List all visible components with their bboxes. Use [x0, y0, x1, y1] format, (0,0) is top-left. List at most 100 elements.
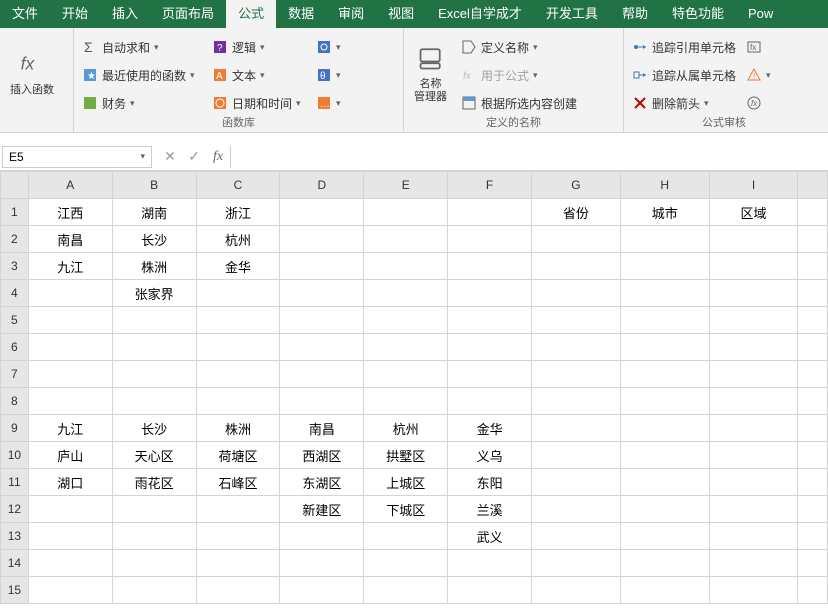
cell-B2[interactable]: 长沙 — [112, 226, 196, 253]
cell-A12[interactable] — [28, 496, 112, 523]
cell-E14[interactable] — [364, 550, 448, 577]
cancel-formula-button[interactable]: ✕ — [158, 146, 182, 168]
cell-B14[interactable] — [112, 550, 196, 577]
cell-D7[interactable] — [280, 361, 364, 388]
lookup-button[interactable]: ▾ — [314, 34, 348, 60]
cell-G4[interactable] — [532, 280, 621, 307]
logical-button[interactable]: ? 逻辑▾ — [208, 34, 310, 60]
cell-C1[interactable]: 浙江 — [196, 199, 280, 226]
menu-tab-help[interactable]: 帮助 — [610, 0, 660, 28]
menu-tab-features[interactable]: 特色功能 — [660, 0, 736, 28]
cell-A5[interactable] — [28, 307, 112, 334]
row-header-1[interactable]: 1 — [1, 199, 29, 226]
row-header-5[interactable]: 5 — [1, 307, 29, 334]
cell-D12[interactable]: 新建区 — [280, 496, 364, 523]
cell-D5[interactable] — [280, 307, 364, 334]
cell-G8[interactable] — [532, 388, 621, 415]
select-all-corner[interactable] — [1, 172, 29, 199]
row-header-12[interactable]: 12 — [1, 496, 29, 523]
cell-I4[interactable] — [709, 280, 798, 307]
cell-D14[interactable] — [280, 550, 364, 577]
row-header-3[interactable]: 3 — [1, 253, 29, 280]
cell-H2[interactable] — [620, 226, 709, 253]
cell-E1[interactable] — [364, 199, 448, 226]
cell-F2[interactable] — [448, 226, 532, 253]
cell-I6[interactable] — [709, 334, 798, 361]
menu-tab-home[interactable]: 开始 — [50, 0, 100, 28]
cell-G9[interactable] — [532, 415, 621, 442]
row-header-6[interactable]: 6 — [1, 334, 29, 361]
cell-I10[interactable] — [709, 442, 798, 469]
cell-D13[interactable] — [280, 523, 364, 550]
cell-A1[interactable]: 江西 — [28, 199, 112, 226]
menu-tab-insert[interactable]: 插入 — [100, 0, 150, 28]
col-header-B[interactable]: B — [112, 172, 196, 199]
cell-C6[interactable] — [196, 334, 280, 361]
row-header-10[interactable]: 10 — [1, 442, 29, 469]
cell-E12[interactable]: 下城区 — [364, 496, 448, 523]
cell-C14[interactable] — [196, 550, 280, 577]
menu-tab-pagelayout[interactable]: 页面布局 — [150, 0, 226, 28]
cell-C7[interactable] — [196, 361, 280, 388]
menu-tab-data[interactable]: 数据 — [276, 0, 326, 28]
cell-C11[interactable]: 石峰区 — [196, 469, 280, 496]
cell-D9[interactable]: 南昌 — [280, 415, 364, 442]
text-button[interactable]: A 文本▾ — [208, 62, 310, 88]
cell-J11[interactable] — [798, 469, 828, 496]
cell-H4[interactable] — [620, 280, 709, 307]
col-header-E[interactable]: E — [364, 172, 448, 199]
cell-G13[interactable] — [532, 523, 621, 550]
cell-B11[interactable]: 雨花区 — [112, 469, 196, 496]
cell-F4[interactable] — [448, 280, 532, 307]
cell-H8[interactable] — [620, 388, 709, 415]
insert-function-button[interactable]: fx 插入函数 — [4, 30, 60, 115]
cell-H6[interactable] — [620, 334, 709, 361]
col-header-C[interactable]: C — [196, 172, 280, 199]
col-header-H[interactable]: H — [620, 172, 709, 199]
cell-C4[interactable] — [196, 280, 280, 307]
cell-B3[interactable]: 株洲 — [112, 253, 196, 280]
formula-input[interactable] — [230, 146, 828, 168]
cell-J2[interactable] — [798, 226, 828, 253]
cell-B5[interactable] — [112, 307, 196, 334]
cell-I7[interactable] — [709, 361, 798, 388]
cell-E7[interactable] — [364, 361, 448, 388]
cell-J14[interactable] — [798, 550, 828, 577]
cell-C9[interactable]: 株洲 — [196, 415, 280, 442]
cell-G15[interactable] — [532, 577, 621, 604]
cell-A11[interactable]: 湖口 — [28, 469, 112, 496]
evaluate-formula-button[interactable]: fx — [744, 90, 778, 116]
cell-D1[interactable] — [280, 199, 364, 226]
menu-tab-view[interactable]: 视图 — [376, 0, 426, 28]
cell-H11[interactable] — [620, 469, 709, 496]
cell-C10[interactable]: 荷塘区 — [196, 442, 280, 469]
row-header-13[interactable]: 13 — [1, 523, 29, 550]
cell-I8[interactable] — [709, 388, 798, 415]
insert-fx-button[interactable]: fx — [206, 146, 230, 168]
cell-I3[interactable] — [709, 253, 798, 280]
cell-F15[interactable] — [448, 577, 532, 604]
row-header-7[interactable]: 7 — [1, 361, 29, 388]
cell-D4[interactable] — [280, 280, 364, 307]
cell-J7[interactable] — [798, 361, 828, 388]
cell-I13[interactable] — [709, 523, 798, 550]
cell-F14[interactable] — [448, 550, 532, 577]
math-button[interactable]: θ▾ — [314, 62, 348, 88]
cell-A13[interactable] — [28, 523, 112, 550]
menu-tab-power[interactable]: Pow — [736, 0, 785, 28]
cell-A4[interactable] — [28, 280, 112, 307]
cell-G12[interactable] — [532, 496, 621, 523]
menu-tab-review[interactable]: 审阅 — [326, 0, 376, 28]
cell-H5[interactable] — [620, 307, 709, 334]
trace-precedents-button[interactable]: 追踪引用单元格 — [628, 34, 740, 60]
cell-I14[interactable] — [709, 550, 798, 577]
menu-tab-custom1[interactable]: Excel自学成才 — [426, 0, 534, 28]
cell-F10[interactable]: 义乌 — [448, 442, 532, 469]
define-name-button[interactable]: 定义名称▾ — [457, 34, 581, 60]
cell-F11[interactable]: 东阳 — [448, 469, 532, 496]
cell-C8[interactable] — [196, 388, 280, 415]
cell-C13[interactable] — [196, 523, 280, 550]
cell-E6[interactable] — [364, 334, 448, 361]
cell-H10[interactable] — [620, 442, 709, 469]
name-manager-button[interactable]: 名称 管理器 — [408, 30, 453, 115]
